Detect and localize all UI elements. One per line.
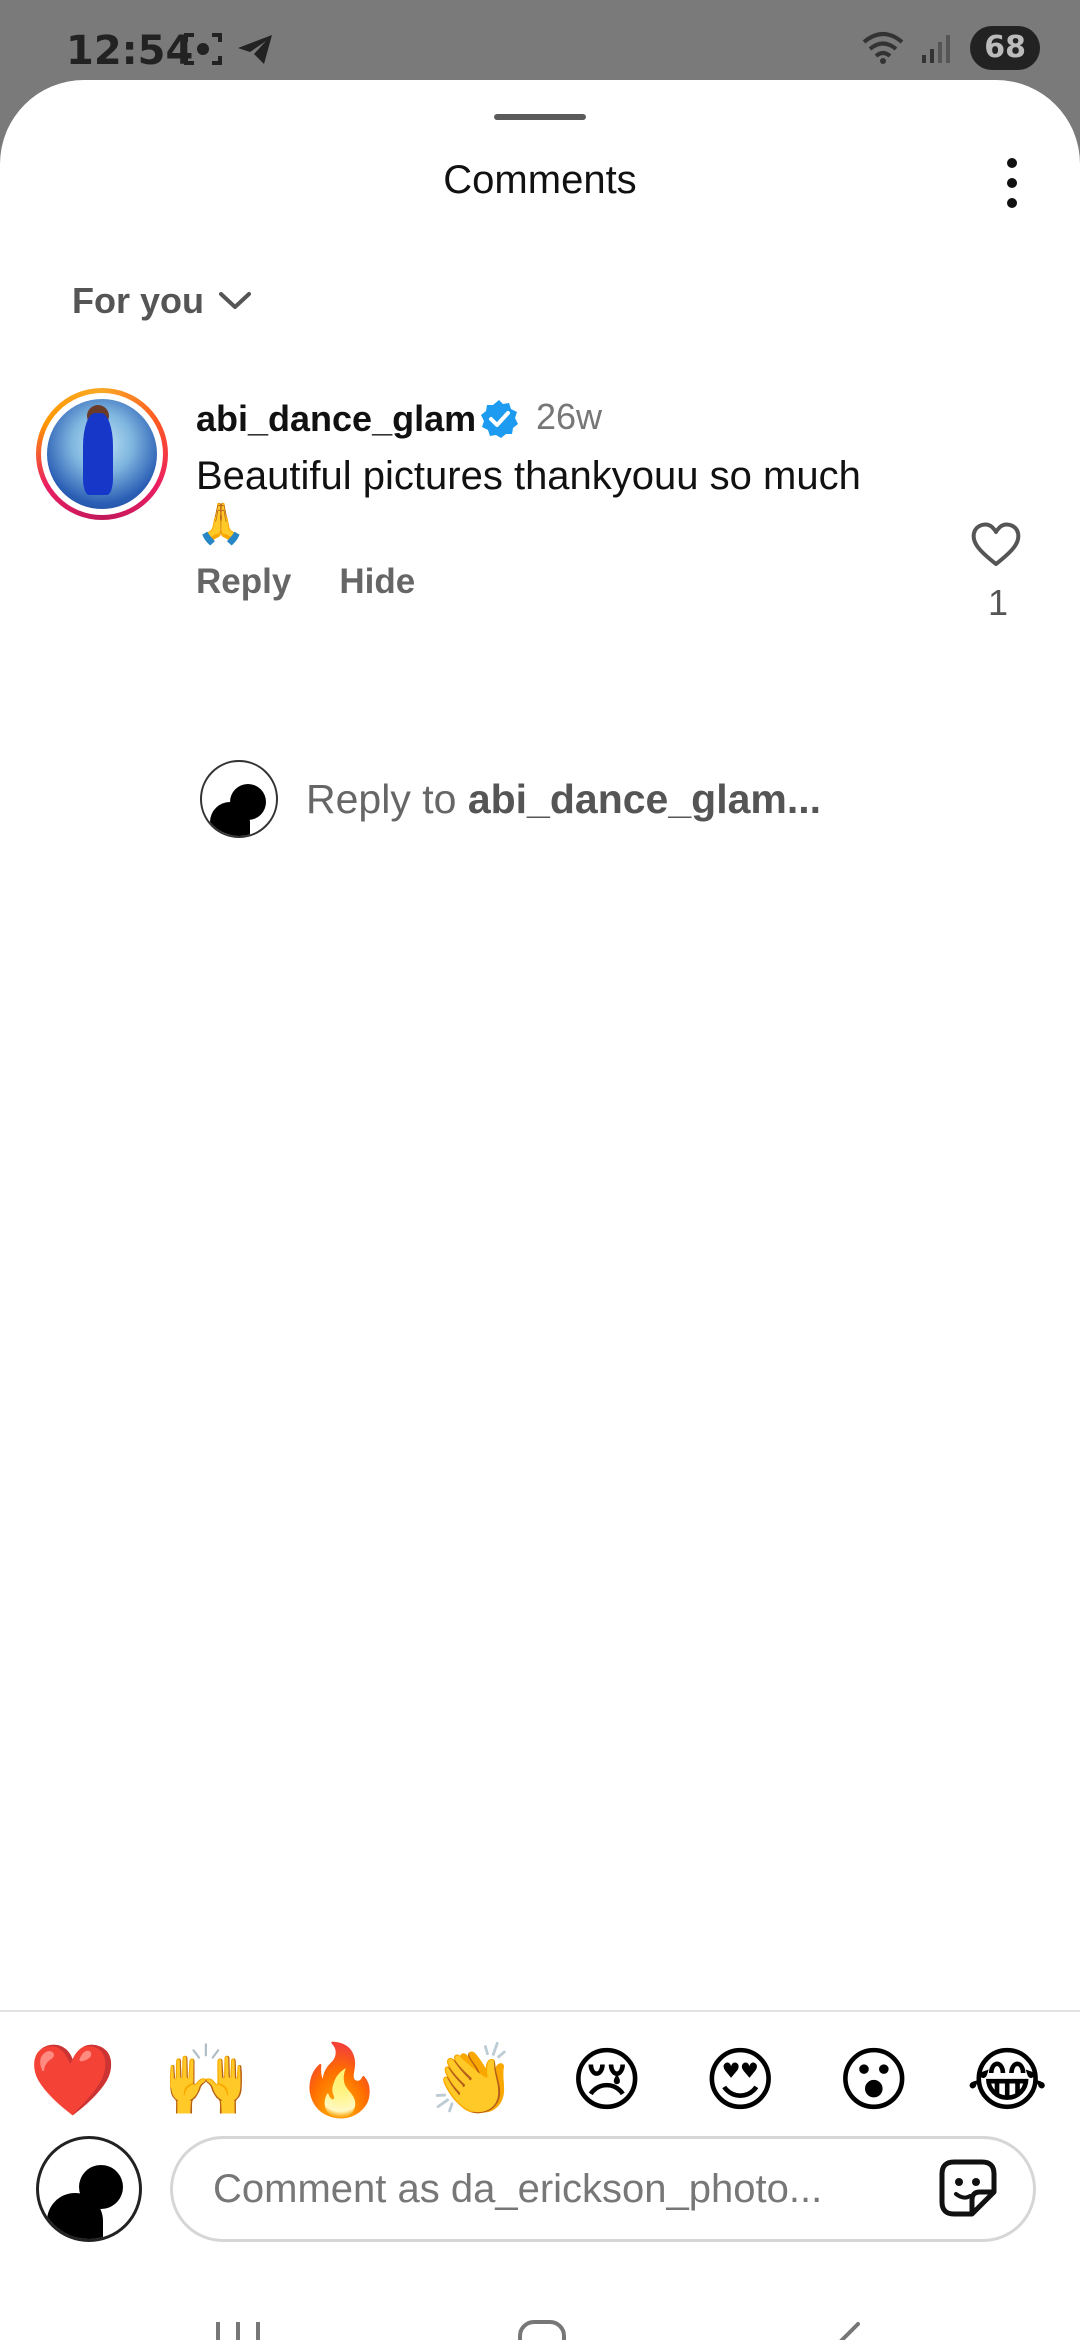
system-nav-bar — [0, 2300, 1080, 2340]
my-avatar[interactable] — [36, 2136, 142, 2242]
emoji-surprised[interactable]: 😮 — [824, 2040, 924, 2120]
sticker-icon[interactable] — [932, 2152, 1004, 2224]
comments-sheet: Comments For you abi_dance_glam 26w Beau… — [0, 80, 1080, 2340]
emoji-raised-hands[interactable]: 🙌 — [156, 2040, 256, 2120]
divider — [0, 2010, 1080, 2012]
emoji-quick-bar: ❤️ 🙌 🔥 👏 😢 😍 😮 😂 — [0, 2040, 1080, 2120]
emoji-fire[interactable]: 🔥 — [290, 2040, 390, 2120]
drag-handle[interactable] — [494, 114, 586, 120]
comment-text: Beautiful pictures thankyouu so much 🙏 — [196, 454, 861, 546]
comment-item: abi_dance_glam 26w Beautiful pictures th… — [0, 380, 1080, 720]
comment-username[interactable]: abi_dance_glam — [196, 398, 476, 440]
status-system-icons: 68 — [862, 26, 1040, 70]
sheet-title: Comments — [443, 158, 637, 202]
wifi-icon — [862, 32, 904, 64]
signal-icon — [922, 35, 951, 63]
status-bar: 12:54 68 — [0, 0, 1080, 80]
commenter-avatar[interactable] — [36, 388, 168, 520]
emoji-crying[interactable]: 😢 — [557, 2040, 657, 2120]
like-count: 1 — [987, 582, 1009, 623]
home-button[interactable] — [518, 2320, 566, 2340]
comment-input[interactable]: Comment as da_erickson_photo... — [170, 2136, 1036, 2242]
screenshot-icon — [184, 33, 222, 65]
emoji-heart-eyes[interactable]: 😍 — [690, 2040, 790, 2120]
back-icon[interactable] — [828, 2320, 864, 2340]
reply-prompt[interactable]: Reply to abi_dance_glam... — [200, 760, 821, 838]
telegram-icon — [238, 35, 272, 64]
sort-dropdown[interactable]: For you — [72, 280, 252, 322]
sort-label: For you — [72, 280, 204, 321]
battery-indicator: 68 — [970, 26, 1040, 70]
more-options-icon[interactable] — [1002, 158, 1022, 208]
heart-icon[interactable] — [968, 516, 1024, 572]
reply-prefix: Reply to — [306, 775, 468, 822]
emoji-clap[interactable]: 👏 — [423, 2040, 523, 2120]
status-notification-icons — [184, 32, 274, 66]
comment-age: 26w — [536, 396, 603, 437]
emoji-heart[interactable]: ❤️ — [23, 2040, 123, 2120]
emoji-laughing[interactable]: 😂 — [957, 2040, 1057, 2120]
chevron-down-icon — [219, 292, 251, 309]
verified-badge-icon — [481, 400, 518, 438]
status-time: 12:54 — [66, 28, 194, 74]
comment-composer: Comment as da_erickson_photo... — [36, 2136, 1046, 2242]
recents-button[interactable] — [216, 2322, 260, 2340]
reply-target: abi_dance_glam... — [467, 775, 822, 822]
reply-button[interactable]: Reply — [196, 562, 291, 602]
my-avatar-small — [200, 760, 278, 838]
hide-button[interactable]: Hide — [339, 562, 415, 602]
